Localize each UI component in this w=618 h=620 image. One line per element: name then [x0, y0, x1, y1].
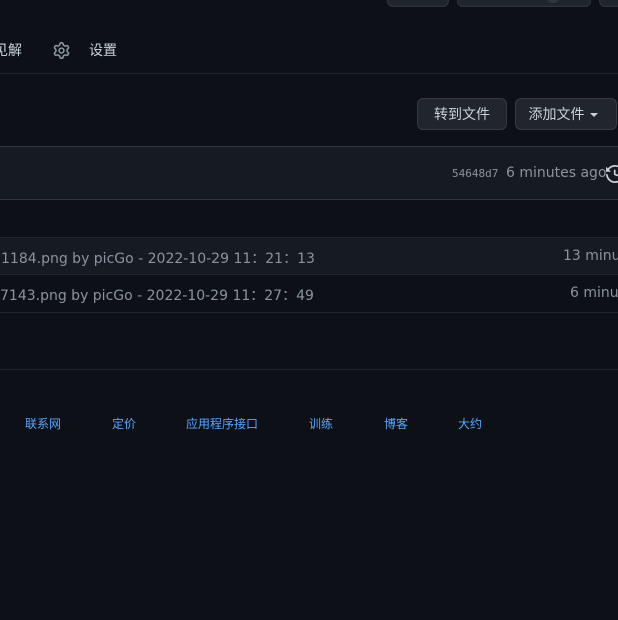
footer-link-training[interactable]: 训练 [309, 415, 333, 432]
footer-link-about[interactable]: 大约 [458, 415, 482, 432]
tab-settings[interactable]: 设置 [53, 40, 117, 60]
fork-button[interactable] [457, 0, 591, 7]
latest-commit-bar: 54648d7 6 minutes ago [0, 146, 618, 200]
history-icon[interactable] [606, 165, 618, 183]
file-commit-message[interactable]: 1184.png by picGo - 2022-10-29 11：21：13 [1, 248, 315, 268]
commit-sha-link[interactable]: 54648d7 [452, 167, 498, 180]
gear-icon [53, 41, 70, 59]
watch-button[interactable] [387, 0, 449, 7]
file-commit-time: 6 minut [570, 285, 618, 301]
page: 见解 设置 转到文件 添加文件 54648d7 6 minutes ago 11… [0, 0, 618, 620]
tab-insights-label: 见解 [0, 43, 22, 59]
footer-link-blog[interactable]: 博客 [384, 415, 408, 432]
file-commit-time: 13 minut [563, 248, 618, 264]
file-row[interactable]: 7143.png by picGo - 2022-10-29 11：27：49 … [0, 274, 618, 313]
tab-insights[interactable]: 见解 [0, 40, 22, 60]
star-button[interactable] [599, 0, 618, 7]
tab-settings-label: 设置 [89, 43, 117, 59]
file-commit-message[interactable]: 7143.png by picGo - 2022-10-29 11：27：49 [0, 285, 314, 305]
go-to-file-button[interactable]: 转到文件 [417, 98, 507, 130]
file-row[interactable]: 1184.png by picGo - 2022-10-29 11：21：13 … [0, 237, 618, 274]
go-to-file-label: 转到文件 [434, 107, 490, 123]
footer-divider [0, 369, 618, 370]
counter-badge [546, 0, 560, 3]
footer-link-pricing[interactable]: 定价 [112, 415, 136, 432]
repo-nav: 见解 设置 [0, 30, 618, 74]
footer-link-api[interactable]: 应用程序接口 [186, 415, 258, 432]
caret-down-icon [589, 112, 598, 117]
add-file-button[interactable]: 添加文件 [515, 98, 617, 130]
commit-time: 6 minutes ago [506, 165, 607, 181]
footer-link-contact[interactable]: 联系网 [25, 415, 61, 432]
add-file-label: 添加文件 [528, 107, 585, 123]
